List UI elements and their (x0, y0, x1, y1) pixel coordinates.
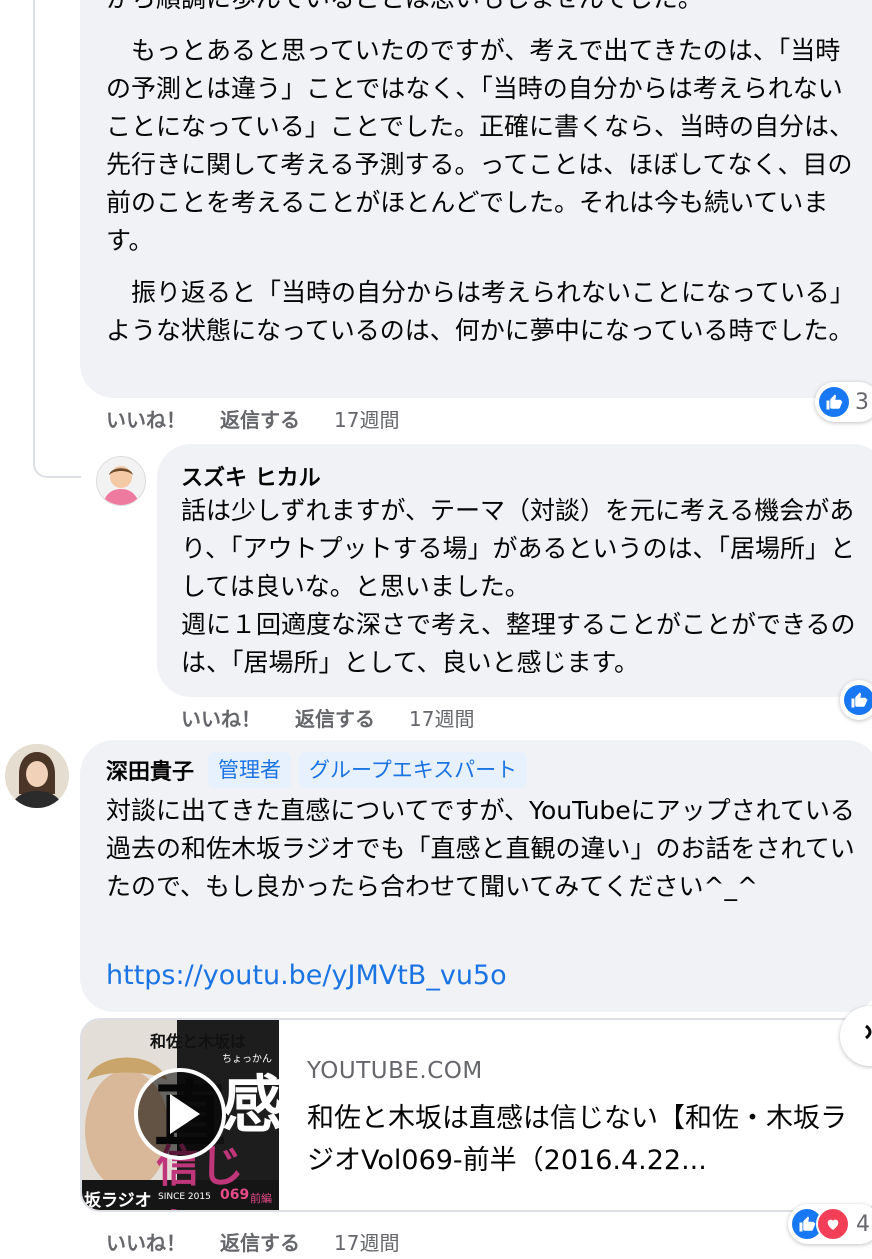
comment-2-author[interactable]: スズキ ヒカル (181, 460, 321, 492)
avatar-suzuki[interactable] (96, 456, 146, 506)
thumb-footer-text: SINCE 2015 (158, 1192, 211, 1202)
comment-3-reply-button[interactable]: 返信する (220, 1227, 300, 1256)
card-domain: YOUTUBE.COM (307, 1058, 483, 1084)
comment-1-timestamp[interactable]: 17週間 (334, 404, 399, 433)
card-title[interactable]: 和佐と木坂は直感は信じない【和佐・木坂ラジオVol069-前半（2016.4.2… (307, 1098, 867, 1182)
like-reaction-icon (819, 387, 849, 417)
comment-2-reactions[interactable] (840, 680, 872, 720)
comment-3-text: 対談に出てきた直感についてですが、YouTubeにアップされている過去の和佐木坂… (106, 796, 855, 901)
youtube-link-preview[interactable]: 和佐と木坂は ちょっかん 直 感 信じな 坂ラジオ SINCE 2015 069… (80, 1018, 872, 1212)
comment-1-actions: いいね！ 返信する 17週間 (106, 404, 399, 433)
comment-3-header: 深田貴子 管理者 グループエキスパート (106, 752, 528, 788)
comment-1-reaction-count: 3 (855, 389, 869, 415)
play-button-icon[interactable] (134, 1068, 226, 1160)
comment-1-like-button[interactable]: いいね！ (106, 404, 186, 433)
comment-3-like-button[interactable]: いいね！ (106, 1227, 186, 1256)
comment-1-top-line: から順調に歩んでいることは思いもしませんでした。 (106, 0, 858, 18)
like-reaction-icon (844, 685, 872, 715)
comment-2-reply-button[interactable]: 返信する (295, 703, 375, 732)
thumb-episode: 069 (220, 1187, 250, 1203)
comment-3-reactions[interactable]: 4 (788, 1204, 872, 1244)
comment-1-paragraph-2: 振り返ると「当時の自分からは考えられないことになっている」ような状態になっている… (106, 278, 855, 345)
comment-3-link[interactable]: https://youtu.be/yJMVtB_vu5o (106, 960, 507, 991)
comment-2-timestamp[interactable]: 17週間 (409, 703, 474, 732)
comment-3-author[interactable]: 深田貴子 (106, 754, 194, 786)
video-thumbnail[interactable]: 和佐と木坂は ちょっかん 直 感 信じな 坂ラジオ SINCE 2015 069… (82, 1020, 279, 1211)
comment-3-timestamp[interactable]: 17週間 (334, 1227, 399, 1256)
thumb-logo-text: 坂ラジオ (84, 1191, 152, 1211)
love-reaction-icon (816, 1207, 850, 1241)
thread-connector (33, 0, 81, 478)
comment-3-reaction-count: 4 (856, 1211, 870, 1237)
thumb-top-text: 和佐と木坂は (150, 1032, 247, 1051)
comment-1-reactions[interactable]: 3 (815, 382, 872, 422)
thumb-episode-suffix: 前編 (250, 1192, 272, 1205)
comment-text-1: から順調に歩んでいることは思いもしませんでした。 もっとあると思っていたのですが… (106, 0, 858, 350)
comment-1-reply-button[interactable]: 返信する (220, 404, 300, 433)
comment-1-paragraph-1: もっとあると思っていたのですが、考えで出てきたのは、「当時の予測とは違う」ことで… (106, 36, 855, 255)
admin-badge[interactable]: 管理者 (208, 752, 292, 788)
comment-3-actions: いいね！ 返信する 17週間 (106, 1227, 399, 1256)
comment-2-like-button[interactable]: いいね！ (181, 703, 261, 732)
avatar-fukada[interactable] (5, 744, 69, 808)
comment-2-actions: いいね！ 返信する 17週間 (181, 703, 474, 732)
group-expert-badge[interactable]: グループエキスパート (299, 752, 528, 788)
comment-2-text: 話は少しずれますが、テーマ（対談）を元に考える機会があり、「アウトプットする場」… (181, 496, 856, 677)
